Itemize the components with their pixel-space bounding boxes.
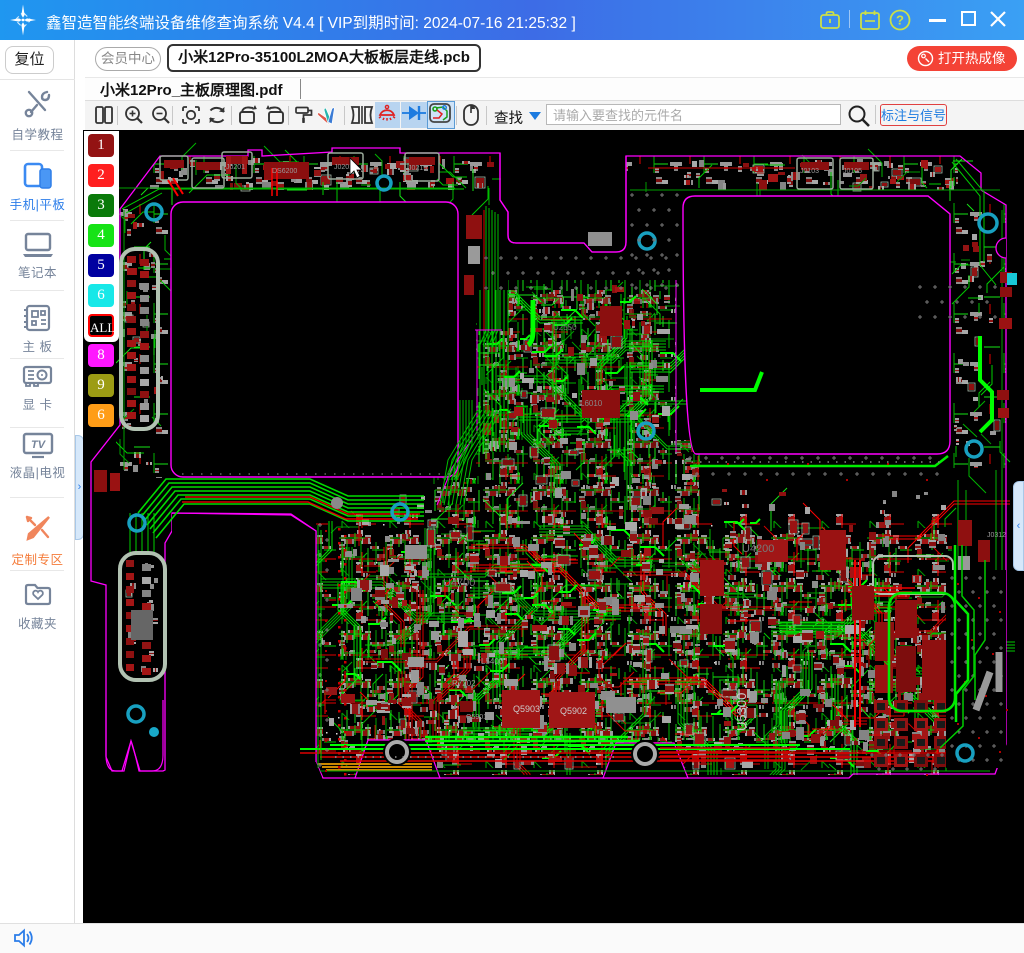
svg-text:Q5902: Q5902 — [560, 706, 587, 716]
svg-text:TV: TV — [30, 439, 46, 451]
svg-text:L5400: L5400 — [481, 657, 504, 666]
svg-text:J0105: J0105 — [843, 168, 862, 175]
svg-text:Q5901: Q5901 — [466, 714, 487, 721]
svg-text:Q5903: Q5903 — [513, 704, 540, 714]
svg-text:U4700: U4700 — [443, 577, 475, 589]
svg-text:DS6200: DS6200 — [272, 168, 297, 175]
svg-text:J0201: J0201 — [226, 164, 245, 171]
svg-text:J0312: J0312 — [987, 532, 1006, 539]
svg-text:J0103: J0103 — [800, 168, 819, 175]
svg-text:U2550: U2550 — [553, 323, 577, 332]
svg-text:L6010: L6010 — [580, 399, 603, 408]
svg-text:J0219: J0219 — [408, 165, 427, 172]
svg-text:R7202: R7202 — [452, 679, 476, 688]
svg-text:?: ? — [896, 13, 904, 28]
svg-text:U5300: U5300 — [734, 693, 749, 731]
svg-text:U4200: U4200 — [742, 543, 774, 555]
